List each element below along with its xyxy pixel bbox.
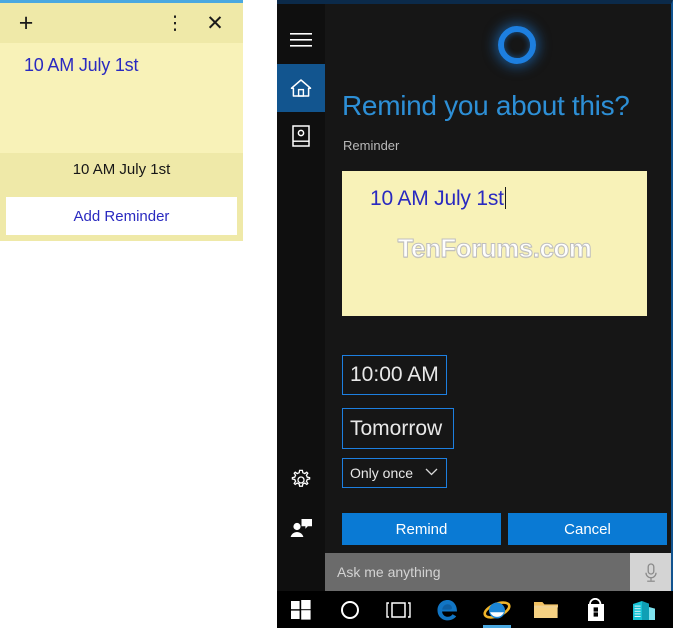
sticky-note-insight-area: 10 AM July 1st Add Reminder: [0, 153, 243, 241]
sticky-note-toolbar: + ⋮ ✕: [0, 3, 243, 43]
close-icon[interactable]: ✕: [195, 3, 235, 43]
reminder-repeat-value: Only once: [350, 465, 414, 481]
search-input[interactable]: Ask me anything: [325, 553, 671, 593]
taskbar: [277, 591, 673, 628]
task-view-icon[interactable]: [375, 591, 423, 628]
reminder-day-value: Tomorrow: [350, 416, 443, 440]
sticky-note-title: 10 AM July 1st: [24, 55, 139, 75]
cancel-button[interactable]: Cancel: [508, 513, 667, 545]
sticky-note-body[interactable]: 10 AM July 1st: [0, 43, 243, 153]
reminder-time-field[interactable]: 10:00 AM: [342, 355, 447, 395]
add-reminder-button[interactable]: Add Reminder: [6, 197, 237, 235]
reminder-note-text: 10 AM July 1st: [370, 187, 506, 211]
reminder-time-value: 10:00 AM: [350, 363, 439, 386]
cortana-ring-icon: [498, 26, 536, 64]
home-icon[interactable]: [277, 64, 325, 112]
sticky-note-window: + ⋮ ✕ 10 AM July 1st 10 AM July 1st Add …: [0, 0, 243, 241]
file-explorer-icon[interactable]: [522, 591, 570, 628]
reminder-day-field[interactable]: Tomorrow: [342, 408, 454, 449]
reminder-note-preview[interactable]: 10 AM July 1st TenForums.com: [342, 171, 647, 316]
microsoft-store-icon[interactable]: [571, 591, 619, 628]
watermark-text: TenForums.com: [397, 233, 592, 264]
microphone-icon[interactable]: [630, 553, 671, 593]
page-subtitle: Reminder: [343, 138, 400, 153]
windows-logo-icon[interactable]: [277, 591, 325, 628]
server-stack-icon[interactable]: [620, 591, 668, 628]
more-options-icon[interactable]: ⋮: [155, 3, 195, 43]
reminder-suggestion-text: 10 AM July 1st: [72, 161, 171, 178]
feedback-icon[interactable]: [277, 504, 325, 552]
cortana-circle-icon[interactable]: [326, 591, 374, 628]
cortana-panel: Remind you about this? Reminder 10 AM Ju…: [277, 0, 673, 628]
edge-browser-icon[interactable]: [424, 591, 472, 628]
reminder-repeat-dropdown[interactable]: Only once: [342, 458, 447, 488]
cortana-sidebar: [277, 4, 325, 596]
gear-icon[interactable]: [277, 456, 325, 504]
notebook-icon[interactable]: [277, 112, 325, 160]
chevron-down-icon: [425, 467, 438, 479]
text-caret: [504, 187, 506, 209]
page-title: Remind you about this?: [342, 90, 630, 121]
cortana-content-area: Remind you about this? Reminder 10 AM Ju…: [325, 4, 671, 628]
plus-icon[interactable]: +: [6, 3, 46, 43]
internet-explorer-icon[interactable]: [473, 591, 521, 628]
hamburger-menu-icon[interactable]: [277, 16, 325, 64]
search-placeholder: Ask me anything: [337, 564, 441, 580]
remind-button[interactable]: Remind: [342, 513, 501, 545]
reminder-note-value: 10 AM July 1st: [370, 187, 504, 210]
